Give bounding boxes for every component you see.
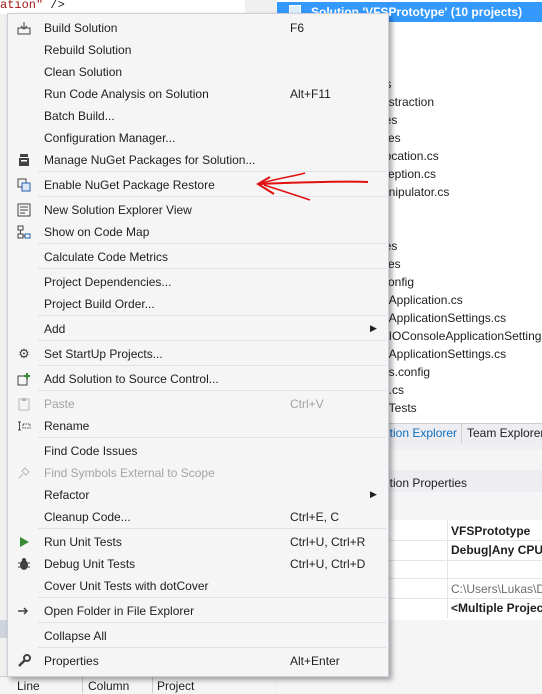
menu-item-build-solution[interactable]: Build Solution F6 — [8, 17, 388, 39]
menu-item-project-dependencies[interactable]: Project Dependencies... — [8, 271, 388, 293]
menu-item-set-startup-projects[interactable]: ⚙ Set StartUp Projects... — [8, 343, 388, 365]
code-editor-strip: ation" /> — [0, 0, 245, 14]
tree-item[interactable]: eApplication.cs — [382, 293, 463, 307]
column-divider — [82, 676, 83, 693]
menu-item-calculate-code-metrics[interactable]: Calculate Code Metrics — [8, 246, 388, 268]
tree-item[interactable]: eApplicationSettings.cs — [382, 311, 506, 325]
menu-item-open-folder[interactable]: Open Folder in File Explorer — [8, 600, 388, 622]
menu-item-clean-solution[interactable]: Clean Solution — [8, 61, 388, 83]
tree-item[interactable]: es.config — [382, 365, 430, 379]
build-icon — [16, 20, 32, 36]
column-divider — [152, 676, 153, 693]
code-map-icon — [16, 224, 32, 240]
tree-item[interactable]: bstraction — [382, 95, 434, 109]
menu-item-configuration-manager[interactable]: Configuration Manager... — [8, 127, 388, 149]
find-symbols-icon — [16, 465, 32, 481]
window-view-icon — [16, 202, 32, 218]
menu-item-paste[interactable]: Paste Ctrl+V — [8, 393, 388, 415]
tree-item[interactable]: ception.cs — [382, 167, 436, 181]
menu-separator — [38, 597, 386, 598]
property-value[interactable]: Debug|Any CPU — [451, 543, 542, 557]
paste-icon — [16, 396, 32, 412]
property-value[interactable]: C:\Users\Lukas\D — [451, 582, 542, 596]
menu-item-project-build-order[interactable]: Project Build Order... — [8, 293, 388, 315]
submenu-arrow-icon: ▶ — [370, 489, 377, 499]
tab-divider — [461, 424, 462, 443]
rename-icon — [16, 418, 32, 434]
editor-snippet: ation" /> — [0, 0, 65, 12]
grid-column-line — [447, 520, 448, 618]
tree-item[interactable]: location.cs — [382, 149, 439, 163]
column-header-line[interactable]: Line — [17, 679, 40, 693]
menu-item-cover-unit-tests[interactable]: Cover Unit Tests with dotCover — [8, 575, 388, 597]
properties-object-label: ution Properties — [383, 476, 468, 490]
gear-icon: ⚙ — [18, 346, 30, 361]
column-header-column[interactable]: Column — [88, 679, 129, 693]
property-value[interactable]: <Multiple Projec — [451, 601, 542, 615]
tree-item[interactable]: anipulator.cs — [382, 185, 449, 199]
menu-item-batch-build[interactable]: Batch Build... — [8, 105, 388, 127]
menu-item-find-code-issues[interactable]: Find Code Issues — [8, 440, 388, 462]
run-play-icon — [16, 534, 32, 550]
menu-item-add-to-source-control[interactable]: Add Solution to Source Control... — [8, 368, 388, 390]
menu-item-rebuild-solution[interactable]: Rebuild Solution — [8, 39, 388, 61]
source-control-icon — [16, 371, 32, 387]
property-value[interactable]: VFSPrototype — [451, 524, 530, 538]
menu-item-refactor[interactable]: Refactor ▶ — [8, 484, 388, 506]
folder-arrow-icon — [16, 603, 32, 619]
menu-item-add[interactable]: Add ▶ — [8, 318, 388, 340]
menu-item-properties[interactable]: Properties Alt+Enter — [8, 650, 388, 672]
menu-separator — [38, 647, 386, 648]
menu-item-debug-unit-tests[interactable]: Debug Unit Tests Ctrl+U, Ctrl+D — [8, 553, 388, 575]
menu-item-manage-nuget[interactable]: Manage NuGet Packages for Solution... — [8, 149, 388, 171]
tab-team-explorer[interactable]: Team Explorer — [467, 426, 542, 440]
column-header-project[interactable]: Project — [157, 679, 194, 693]
menu-separator — [38, 268, 386, 269]
submenu-arrow-icon: ▶ — [370, 323, 377, 333]
menu-separator — [38, 390, 386, 391]
menu-separator — [38, 528, 386, 529]
package-restore-icon — [16, 177, 32, 193]
bug-icon — [16, 556, 32, 572]
error-list-header — [0, 676, 275, 694]
menu-separator — [38, 243, 386, 244]
menu-item-collapse-all[interactable]: Collapse All — [8, 625, 388, 647]
menu-item-cleanup-code[interactable]: Cleanup Code... Ctrl+E, C — [8, 506, 388, 528]
menu-separator — [38, 437, 386, 438]
menu-item-show-on-code-map[interactable]: Show on Code Map — [8, 221, 388, 243]
menu-separator — [38, 622, 386, 623]
annotation-arrow-icon — [256, 172, 369, 201]
wrench-icon — [16, 653, 32, 669]
nuget-package-icon — [16, 152, 32, 168]
menu-separator — [38, 315, 386, 316]
tree-item[interactable]: eIOConsoleApplicationSetting — [382, 329, 541, 343]
menu-item-run-unit-tests[interactable]: Run Unit Tests Ctrl+U, Ctrl+R — [8, 531, 388, 553]
menu-separator — [38, 365, 386, 366]
menu-item-run-code-analysis[interactable]: Run Code Analysis on Solution Alt+F11 — [8, 83, 388, 105]
menu-separator — [38, 340, 386, 341]
tab-solution-explorer[interactable]: ution Explorer — [383, 426, 457, 440]
menu-item-rename[interactable]: Rename — [8, 415, 388, 437]
tree-item[interactable]: eApplicationSettings.cs — [382, 347, 506, 361]
menu-item-find-symbols-external[interactable]: Find Symbols External to Scope — [8, 462, 388, 484]
